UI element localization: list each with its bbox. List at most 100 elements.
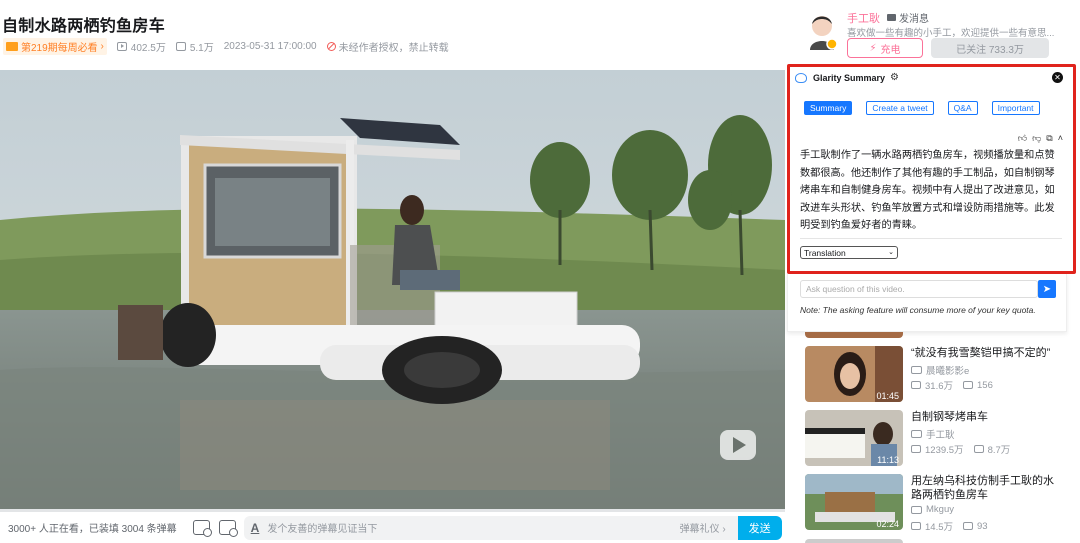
bilibili-video-page: 自制水路两栖钓鱼房车 第219期每周必看 › 402.5万 5.1万 2023-… [0,0,1080,543]
send-message-link[interactable]: 发消息 [887,10,929,25]
tab-create-tweet[interactable]: Create a tweet [866,101,934,115]
weekly-icon [6,41,18,51]
danmaku-settings-icon[interactable] [218,520,238,537]
chevron-right-icon: › [97,40,104,52]
up-icon [911,430,922,438]
video-stats: 14.5万 93 [911,519,988,533]
danmaku-count-value: 5.1万 [189,42,214,54]
up-icon [911,505,922,514]
video-title-link[interactable]: 自制钢琴烤串车 [911,410,1057,424]
glarity-summary-panel: Glarity Summary ⚙ ✕ Summary Create a twe… [787,64,1076,274]
divider [800,238,1062,239]
danmaku-toggle-icon[interactable] [192,520,212,537]
glarity-header: Glarity Summary ⚙ [795,72,899,83]
danmaku-icon [963,522,973,530]
partial-thumbnail [805,539,903,543]
send-message-label: 发消息 [899,14,929,25]
danmaku-count: 5.1万 [175,39,214,54]
chevron-up-icon[interactable]: ˄ [1058,133,1063,144]
play-count-icon [911,445,921,453]
video-views: 14.5万 [925,522,953,533]
uploader-avatar[interactable] [808,14,838,50]
video-uploader-name: 晨曦影影e [926,366,970,377]
video-danmaku: 156 [977,379,993,391]
danmaku-input[interactable]: A 发个友善的弹幕见证当下 弹幕礼仪 › [243,515,738,540]
view-count-value: 402.5万 [130,42,166,54]
danmaku-icon [973,445,984,453]
weekly-badge-label: 第219期每周必看 [21,42,98,54]
charge-button[interactable]: ⚡ 充电 [847,38,923,58]
copyright-text: 未经作者授权，禁止转载 [338,42,449,54]
video-danmaku: 8.7万 [987,445,1011,456]
list-item[interactable]: 01:45 “就没有我雪獒铠甲搞不定的” 晨曦影影e 31.6万 156 [805,346,1065,404]
play-count-icon [911,522,921,530]
summary-text: 手工耿制作了一辆水路两栖钓鱼房车，视频播放量和点赞数都很高。他还制作了其他有趣的… [800,150,1055,231]
play-count-icon [911,381,921,389]
danmaku-style-icon[interactable]: A [251,521,260,535]
copy-icon[interactable]: ⧉ [1046,133,1052,144]
video-uploader[interactable]: Mkguy [911,504,954,515]
ask-question-input[interactable]: Ask question of this video. [800,280,1038,298]
ask-question-box: Ask question of this video. ➤ Note: The … [787,274,1067,332]
follow-button[interactable]: 已关注 733.3万 [931,38,1049,58]
danmaku-icon [175,41,186,51]
gear-icon[interactable]: ⚙ [890,72,899,83]
video-uploader-name: 手工耿 [926,430,955,441]
glarity-title: Glarity Summary [813,72,886,83]
video-duration: 02:24 [876,519,899,529]
forbidden-icon [326,41,336,51]
charge-label: 充电 [880,44,901,56]
chevron-down-icon: ⌄ [888,249,894,256]
lightning-icon: ⚡ [869,42,877,54]
list-item[interactable]: 11:13 自制钢琴烤串车 手工耿 1239.5万 8.7万 [805,410,1065,468]
view-count: 402.5万 [116,39,166,54]
rocket-icon: ➤ [1042,283,1052,295]
viewers-text: 3000+ 人正在看，已装填 3004 条弹幕 [8,524,177,535]
video-player[interactable] [0,70,785,511]
weekly-badge[interactable]: 第219期每周必看 › [3,37,107,55]
thumbs-down-icon[interactable]: 👎︎ [1032,133,1041,144]
video-uploader[interactable]: 晨曦影影e [911,363,969,377]
send-danmaku-button[interactable]: 发送 [737,515,782,540]
video-title-link[interactable]: 用左纳乌科技仿制手工耿的水路两栖钓鱼房车 [911,474,1057,502]
up-icon [911,366,922,374]
copyright-notice: 未经作者授权，禁止转载 [326,39,449,54]
follow-label: 已关注 733.3万 [956,44,1024,56]
summary-toolbar: 👍︎ 👎︎ ⧉ ˄ [1013,133,1063,144]
thumbs-up-icon[interactable]: 👍︎ [1018,133,1027,144]
video-views: 31.6万 [925,381,953,392]
danmaku-input-placeholder: 发个友善的弹幕见证当下 [267,524,378,535]
video-title-link[interactable]: “就没有我雪獒铠甲搞不定的” [911,346,1057,360]
video-danmaku: 93 [977,520,988,532]
translation-select[interactable]: Translation ⌄ [800,246,898,259]
danmaku-icon [963,381,973,389]
danmaku-etiquette-link[interactable]: 弹幕礼仪 › [680,520,726,535]
partial-thumbnail [805,332,903,338]
danmaku-bar: 3000+ 人正在看，已装填 3004 条弹幕 A 发个友善的弹幕见证当下 弹幕… [0,512,785,543]
video-meta: 第219期每周必看 › 402.5万 5.1万 2023-05-31 17:00… [3,37,449,55]
envelope-icon [887,14,896,21]
uploader-card: 手工耿 发消息 喜欢做一些有趣的小手工，欢迎提供一些有意思... ⚡ 充电 已关… [806,10,1076,62]
play-count-icon [116,41,127,51]
video-duration: 11:13 [877,455,899,465]
video-frame [0,70,785,511]
publish-time: 2023-05-31 17:00:00 [223,40,317,52]
send-question-button[interactable]: ➤ [1038,280,1056,298]
list-item[interactable]: 02:24 用左纳乌科技仿制手工耿的水路两栖钓鱼房车 Mkguy 14.5万 9… [805,474,1065,533]
tab-summary[interactable]: Summary [804,101,853,115]
glarity-tabs: Summary Create a tweet Q&A Important [804,101,1054,115]
video-uploader-name: Mkguy [926,504,954,515]
uploader-description: 喜欢做一些有趣的小手工，欢迎提供一些有意思... [847,28,1055,39]
uploader-name[interactable]: 手工耿 [847,10,880,26]
video-stats: 31.6万 156 [911,378,993,392]
video-views: 1239.5万 [925,445,964,456]
tab-important[interactable]: Important [991,101,1040,115]
ask-question-placeholder: Ask question of this video. [806,284,905,294]
video-uploader[interactable]: 手工耿 [911,427,955,441]
video-title: 自制水路两栖钓鱼房车 [2,18,166,35]
video-stats: 1239.5万 8.7万 [911,442,1010,456]
ask-note: Note: The asking feature will consume mo… [800,305,1036,315]
glarity-logo-icon [795,72,807,83]
close-icon[interactable]: ✕ [1052,72,1063,83]
tab-qa[interactable]: Q&A [947,101,978,115]
